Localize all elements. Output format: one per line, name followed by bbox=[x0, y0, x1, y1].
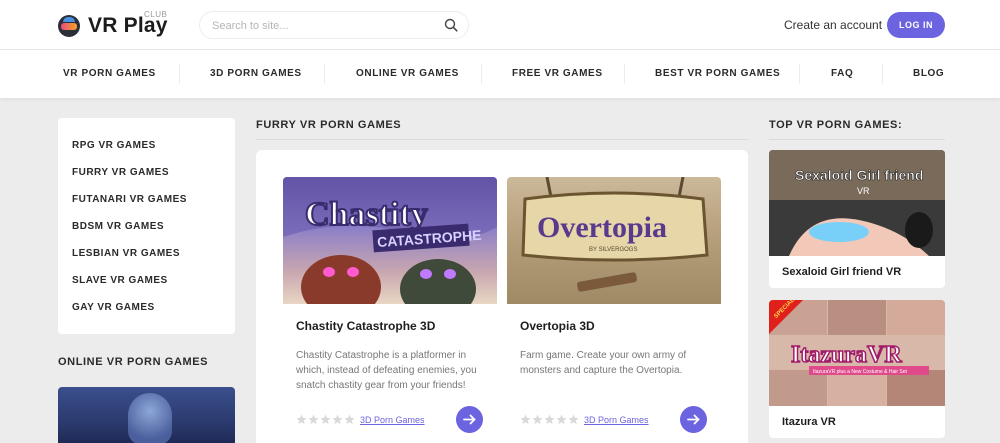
star-icon[interactable] bbox=[556, 414, 567, 425]
nav-divider bbox=[624, 64, 625, 84]
main-nav: VR PORN GAMES 3D PORN GAMES ONLINE VR GA… bbox=[0, 50, 1000, 98]
star-rating[interactable] bbox=[520, 414, 580, 426]
star-icon[interactable] bbox=[520, 414, 531, 425]
category-furry[interactable]: FURRY VR GAMES bbox=[72, 167, 169, 178]
category-sidebar: RPG VR GAMES FURRY VR GAMES FUTANARI VR … bbox=[58, 118, 235, 334]
category-futanari[interactable]: FUTANARI VR GAMES bbox=[72, 194, 187, 205]
title-divider bbox=[256, 139, 748, 140]
top-game-card[interactable]: SPECIAL EDITION ItazuraVR ItazuraVR plus… bbox=[769, 300, 945, 438]
top-game-title[interactable]: Sexaloid Girl friend VR bbox=[782, 266, 901, 278]
nav-item-blog[interactable]: BLOG bbox=[913, 50, 944, 98]
thumb-caption-text: ItazuraVR plus a New Costume & Hair Set bbox=[813, 369, 908, 375]
star-icon[interactable] bbox=[296, 414, 307, 425]
logo-icon bbox=[58, 15, 80, 37]
star-icon[interactable] bbox=[532, 414, 543, 425]
thumb-subtitle-text: BY SILVERGOGS bbox=[589, 247, 637, 253]
top-game-thumbnail[interactable]: Sexaloid Girl friend VR bbox=[769, 150, 945, 256]
nav-item-vr-porn-games[interactable]: VR PORN GAMES bbox=[63, 50, 156, 98]
nav-divider bbox=[882, 64, 883, 84]
create-account-link[interactable]: Create an account bbox=[784, 18, 882, 32]
nav-item-best-vr-porn-games[interactable]: BEST VR PORN GAMES bbox=[655, 50, 780, 98]
online-games-heading: ONLINE VR PORN GAMES bbox=[58, 356, 209, 368]
game-description: Farm game. Create your own army of monst… bbox=[520, 350, 687, 376]
top-bar: VR Play CLUB Create an account LOG IN bbox=[0, 0, 1000, 50]
open-game-button[interactable] bbox=[456, 406, 483, 433]
game-title[interactable]: Chastity Catastrophe 3D bbox=[296, 319, 435, 333]
game-category-link[interactable]: 3D Porn Games bbox=[360, 415, 425, 425]
star-icon[interactable] bbox=[544, 414, 555, 425]
category-bdsm[interactable]: BDSM VR GAMES bbox=[72, 221, 164, 232]
category-gay[interactable]: GAY VR GAMES bbox=[72, 302, 155, 313]
search-icon[interactable] bbox=[444, 18, 458, 32]
game-card: Chastity CATASTROPHE Chastity Catastroph… bbox=[283, 177, 497, 443]
star-icon[interactable] bbox=[568, 414, 579, 425]
top-games-heading: TOP VR PORN GAMES: bbox=[769, 119, 903, 131]
category-slave[interactable]: SLAVE VR GAMES bbox=[72, 275, 168, 286]
star-icon[interactable] bbox=[320, 414, 331, 425]
game-card: Overtopia BY SILVERGOGS Overtopia 3D Far… bbox=[507, 177, 721, 443]
arrow-right-icon bbox=[463, 414, 476, 425]
nav-item-3d-porn-games[interactable]: 3D PORN GAMES bbox=[210, 50, 302, 98]
nav-divider bbox=[324, 64, 325, 84]
category-rpg[interactable]: RPG VR GAMES bbox=[72, 140, 156, 151]
login-button[interactable]: LOG IN bbox=[887, 12, 945, 38]
thumb-subtitle-text: VR bbox=[857, 186, 870, 196]
search-input[interactable] bbox=[212, 17, 437, 35]
top-game-card[interactable]: Sexaloid Girl friend VR Sexaloid Girl fr… bbox=[769, 150, 945, 288]
thumb-title-text: Chastity bbox=[305, 196, 428, 233]
thumb-title-text: Sexaloid Girl friend bbox=[795, 167, 923, 183]
thumb-title-text: Overtopia bbox=[537, 211, 667, 244]
star-icon[interactable] bbox=[308, 414, 319, 425]
game-category-link[interactable]: 3D Porn Games bbox=[584, 415, 649, 425]
star-icon[interactable] bbox=[332, 414, 343, 425]
game-thumbnail[interactable]: Chastity CATASTROPHE bbox=[283, 177, 497, 304]
thumb-title-text: ItazuraVR bbox=[791, 342, 902, 368]
nav-item-online-vr-games[interactable]: ONLINE VR GAMES bbox=[356, 50, 459, 98]
top-game-title[interactable]: Itazura VR bbox=[782, 416, 836, 428]
game-title[interactable]: Overtopia 3D bbox=[520, 319, 595, 333]
star-rating[interactable] bbox=[296, 414, 356, 426]
nav-item-free-vr-games[interactable]: FREE VR GAMES bbox=[512, 50, 603, 98]
nav-item-faq[interactable]: FAQ bbox=[831, 50, 853, 98]
game-thumbnail[interactable]: Overtopia BY SILVERGOGS bbox=[507, 177, 721, 304]
category-lesbian[interactable]: LESBIAN VR GAMES bbox=[72, 248, 180, 259]
star-icon[interactable] bbox=[344, 414, 355, 425]
top-game-thumbnail[interactable]: SPECIAL EDITION ItazuraVR ItazuraVR plus… bbox=[769, 300, 945, 406]
nav-divider bbox=[481, 64, 482, 84]
online-game-thumbnail[interactable] bbox=[58, 387, 235, 443]
logo-club-label: CLUB bbox=[144, 10, 168, 19]
nav-divider bbox=[179, 64, 180, 84]
arrow-right-icon bbox=[687, 414, 700, 425]
open-game-button[interactable] bbox=[680, 406, 707, 433]
nav-divider bbox=[799, 64, 800, 84]
site-logo[interactable]: VR Play CLUB bbox=[58, 10, 168, 40]
title-divider bbox=[769, 139, 945, 140]
game-description: Chastity Catastrophe is a platformer in … bbox=[296, 350, 477, 391]
search-box bbox=[199, 11, 469, 39]
page-title: FURRY VR PORN GAMES bbox=[256, 119, 402, 131]
